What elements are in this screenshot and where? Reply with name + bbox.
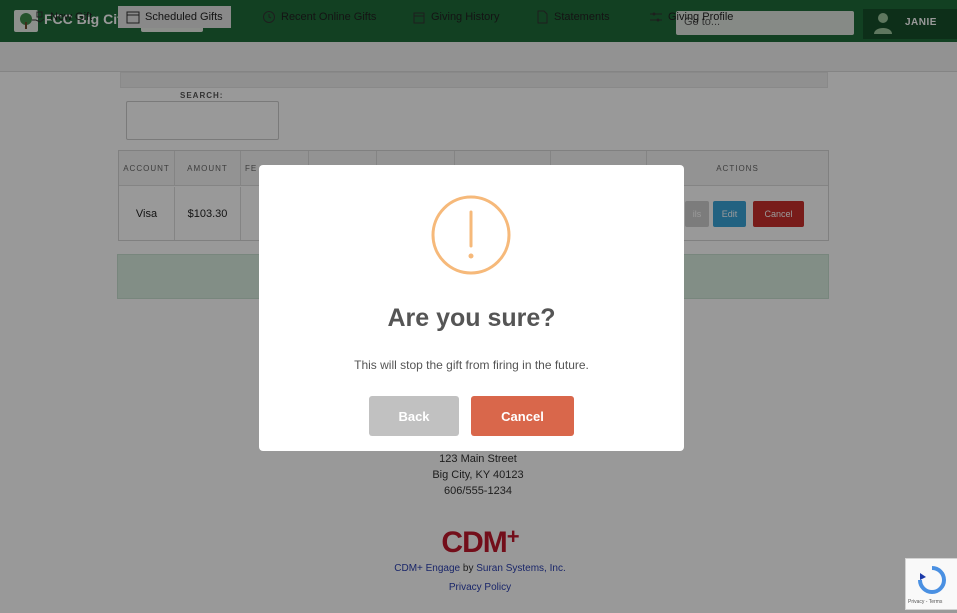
recaptcha-icon <box>918 566 946 594</box>
recaptcha-badge[interactable]: Privacy - Terms <box>905 558 957 610</box>
recaptcha-text[interactable]: Privacy - Terms <box>908 599 942 605</box>
back-button[interactable]: Back <box>369 396 459 436</box>
dialog-message: This will stop the gift from firing in t… <box>354 358 589 372</box>
warning-icon <box>431 195 511 275</box>
dialog-title: Are you sure? <box>387 304 556 332</box>
confirm-dialog: Are you sure? This will stop the gift fr… <box>259 165 684 451</box>
confirm-cancel-button[interactable]: Cancel <box>471 396 574 436</box>
